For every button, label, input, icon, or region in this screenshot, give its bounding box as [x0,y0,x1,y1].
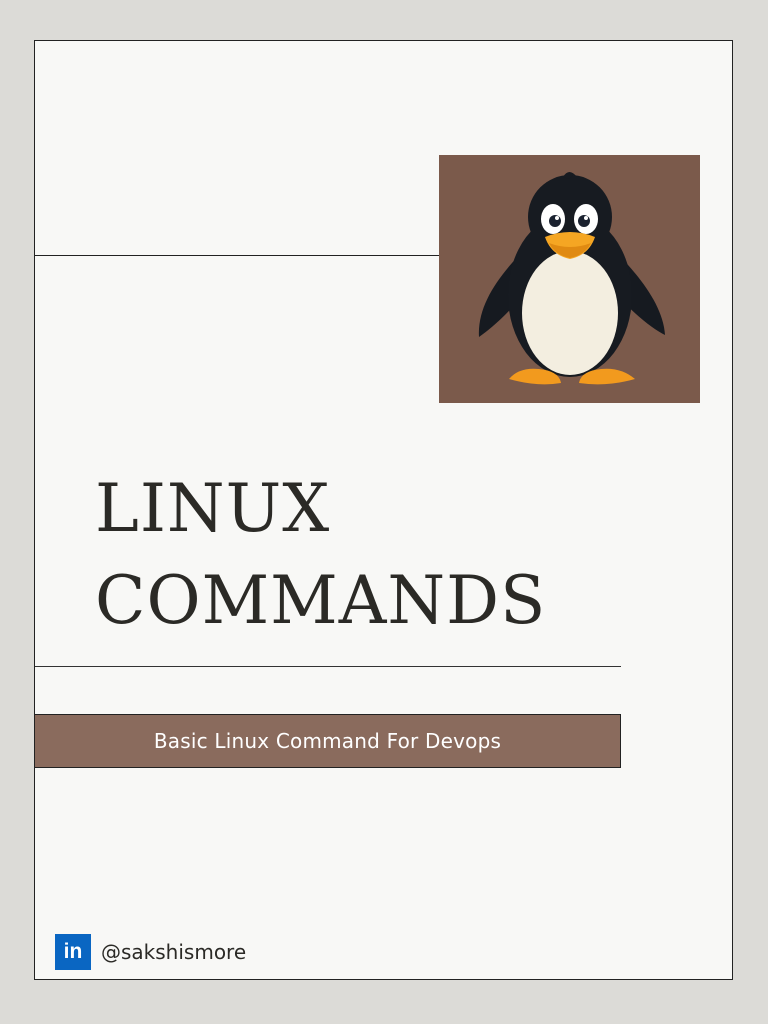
penguin-illustration [439,155,700,403]
top-divider [35,255,439,256]
title-line-2: COMMANDS [95,562,547,639]
author-handle-text: @sakshismore [101,940,247,964]
author-handle[interactable]: in @sakshismore [55,934,246,970]
subtitle-banner: Basic Linux Command For Devops [35,714,621,768]
cover-page: LINUX COMMANDS Basic Linux Command For D… [34,40,733,980]
middle-divider [35,666,621,667]
subtitle-text: Basic Linux Command For Devops [153,729,502,753]
page-title: LINUX COMMANDS [95,463,546,647]
title-line-1: LINUX [95,470,331,547]
linkedin-icon[interactable]: in [55,934,91,970]
penguin-icon [478,172,665,385]
